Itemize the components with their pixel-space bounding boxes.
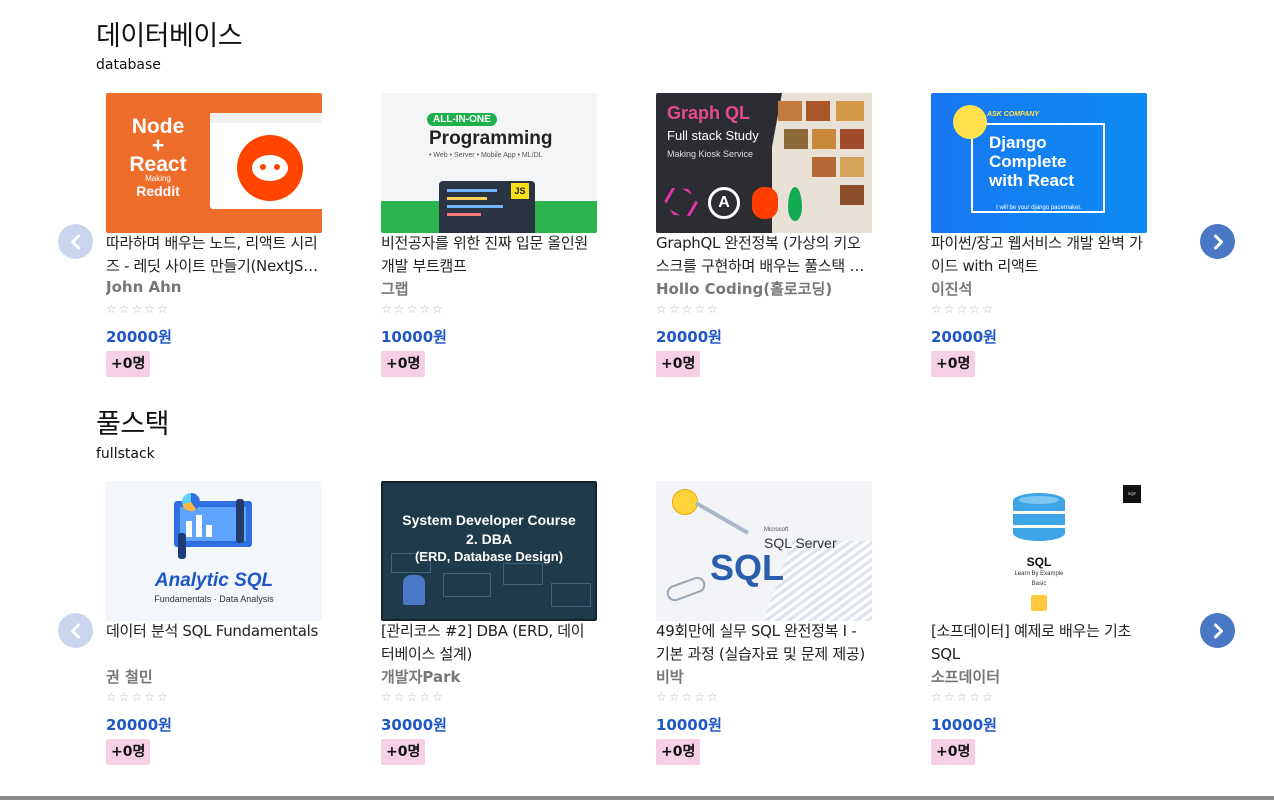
rating-stars: ☆☆☆☆☆	[381, 302, 445, 316]
thumb-text: Reddit	[136, 183, 180, 199]
thumb-text: Programming	[429, 128, 553, 149]
rating-stars: ☆☆☆☆☆	[931, 302, 995, 316]
course-title[interactable]: 비전공자를 위한 진짜 입문 올인원 개발 부트캠프	[381, 232, 597, 278]
rating-stars: ☆☆☆☆☆	[656, 690, 720, 704]
thumb-text: 2. DBA	[466, 531, 512, 547]
carousel-prev-button[interactable]	[58, 613, 93, 648]
course-author: 비박	[656, 668, 684, 686]
course-thumbnail[interactable]: System Developer Course 2. DBA (ERD, Dat…	[381, 481, 597, 621]
chevron-left-icon	[70, 623, 80, 638]
course-author: 소프데이터	[931, 668, 1001, 686]
thumb-text: Learn By Example	[1014, 571, 1064, 577]
student-count-badge: +0명	[106, 739, 151, 765]
chevron-right-icon	[1213, 623, 1223, 638]
thumb-text: Full stack Study	[667, 128, 759, 143]
thumb-badge: ALL-IN-ONE	[427, 113, 497, 126]
smiley-icon	[672, 489, 698, 515]
student-count-badge: +0명	[106, 351, 151, 377]
thumb-text: SQL	[1026, 555, 1052, 569]
student-count-badge: +0명	[381, 739, 426, 765]
horizontal-scrollbar[interactable]	[0, 796, 1274, 800]
chevron-left-icon	[70, 234, 80, 249]
rating-stars: ☆☆☆☆☆	[931, 690, 995, 704]
course-title[interactable]: [소프데이터] 예제로 배우는 기초 SQL	[931, 620, 1147, 666]
course-price: 10000원	[931, 716, 997, 734]
thumb-text: Microsoft	[764, 527, 789, 533]
course-author: 개발자Park	[381, 668, 461, 686]
thumb-text: Fundamentals · Data Analysis	[154, 594, 274, 604]
course-price: 10000원	[381, 328, 447, 346]
course-title[interactable]: 따라하며 배우는 노드, 리액트 시리즈 - 레딧 사이트 만들기(NextJS…	[106, 232, 322, 278]
thumb-text: Django	[989, 133, 1047, 152]
apollo-icon: A	[708, 187, 740, 219]
student-count-badge: +0명	[656, 351, 701, 377]
js-icon: JS	[511, 183, 529, 199]
course-price: 30000원	[381, 716, 447, 734]
thumb-text: SQL	[710, 547, 785, 588]
thumb-text: • Web • Server • Mobile App • ML/DL	[429, 152, 543, 159]
course-title[interactable]: 파이썬/장고 웹서비스 개발 완벽 가이드 with 리액트	[931, 232, 1147, 278]
thumb-text: with React	[989, 171, 1075, 190]
thumb-text: System Developer Course	[402, 512, 576, 528]
course-price: 10000원	[656, 716, 722, 734]
rating-stars: ☆☆☆☆☆	[106, 302, 170, 316]
thumb-text: (ERD, Database Design)	[414, 549, 564, 564]
course-thumbnail[interactable]: ALL-IN-ONE Programming • Web • Server • …	[381, 93, 597, 233]
student-count-badge: +0명	[931, 351, 976, 377]
student-count-badge: +0명	[931, 739, 976, 765]
chevron-right-icon	[1213, 234, 1223, 249]
student-count-badge: +0명	[381, 351, 426, 377]
course-author: 그랩	[381, 280, 409, 298]
carousel-prev-button[interactable]	[58, 224, 93, 259]
section-subtitle: fullstack	[96, 446, 155, 462]
course-price: 20000원	[106, 716, 172, 734]
rating-stars: ☆☆☆☆☆	[381, 690, 445, 704]
graphql-icon	[661, 182, 702, 223]
student-count-badge: +0명	[656, 739, 701, 765]
thumb-text: Complete	[989, 152, 1067, 171]
ask-company-logo	[953, 105, 987, 139]
svelte-icon	[752, 187, 778, 219]
rating-stars: ☆☆☆☆☆	[656, 302, 720, 316]
course-thumbnail[interactable]: ASK COMPANY Django Complete with React I…	[931, 93, 1147, 233]
thumb-text: Analytic SQL	[154, 570, 274, 591]
carousel-next-button[interactable]	[1200, 224, 1235, 259]
course-author: John Ahn	[106, 278, 182, 296]
course-thumbnail[interactable]: Node + React Making Reddit	[106, 93, 322, 233]
thumb-text: Graph QL	[667, 103, 751, 123]
course-title[interactable]: [관리코스 #2] DBA (ERD, 데이터베이스 설계)	[381, 620, 597, 666]
rating-stars: ☆☆☆☆☆	[106, 690, 170, 704]
carousel-next-button[interactable]	[1200, 613, 1235, 648]
thumb-text: Basic	[1031, 581, 1047, 587]
course-thumbnail[interactable]: SQL Learn By Example Basic SQF	[931, 481, 1147, 621]
thumb-text: Making Kiosk Service	[667, 149, 754, 159]
course-thumbnail[interactable]: Analytic SQL Fundamentals · Data Analysi…	[106, 481, 322, 621]
course-author: 권 철민	[106, 668, 153, 686]
course-thumbnail[interactable]: Microsoft SQL Server SQL	[656, 481, 872, 621]
thumb-text: React	[129, 153, 187, 176]
mongodb-icon	[788, 187, 802, 221]
course-price: 20000원	[106, 328, 172, 346]
course-author: Hollo Coding(홀로코딩)	[656, 280, 833, 298]
thumb-text: I will be your django pacemaker.	[996, 205, 1082, 211]
course-title[interactable]: GraphQL 완전정복 (가상의 키오스크를 구현하며 배우는 풀스택 과정)	[656, 232, 872, 278]
database-icon	[1013, 493, 1065, 549]
course-author: 이진석	[931, 280, 973, 298]
course-title[interactable]: 49회만에 실무 SQL 완전정복 I - 기본 과정 (실습자료 및 문제 제…	[656, 620, 872, 666]
course-title[interactable]: 데이터 분석 SQL Fundamentals	[106, 620, 322, 643]
course-price: 20000원	[656, 328, 722, 346]
corner-logo: SQF	[1123, 485, 1141, 503]
section-title: 데이터베이스	[96, 21, 243, 52]
course-price: 20000원	[931, 328, 997, 346]
course-thumbnail[interactable]: Graph QL Full stack Study Making Kiosk S…	[656, 93, 872, 233]
thumb-text: ASK COMPANY	[987, 111, 1039, 118]
section-title: 풀스택	[96, 409, 170, 440]
section-subtitle: database	[96, 57, 161, 73]
